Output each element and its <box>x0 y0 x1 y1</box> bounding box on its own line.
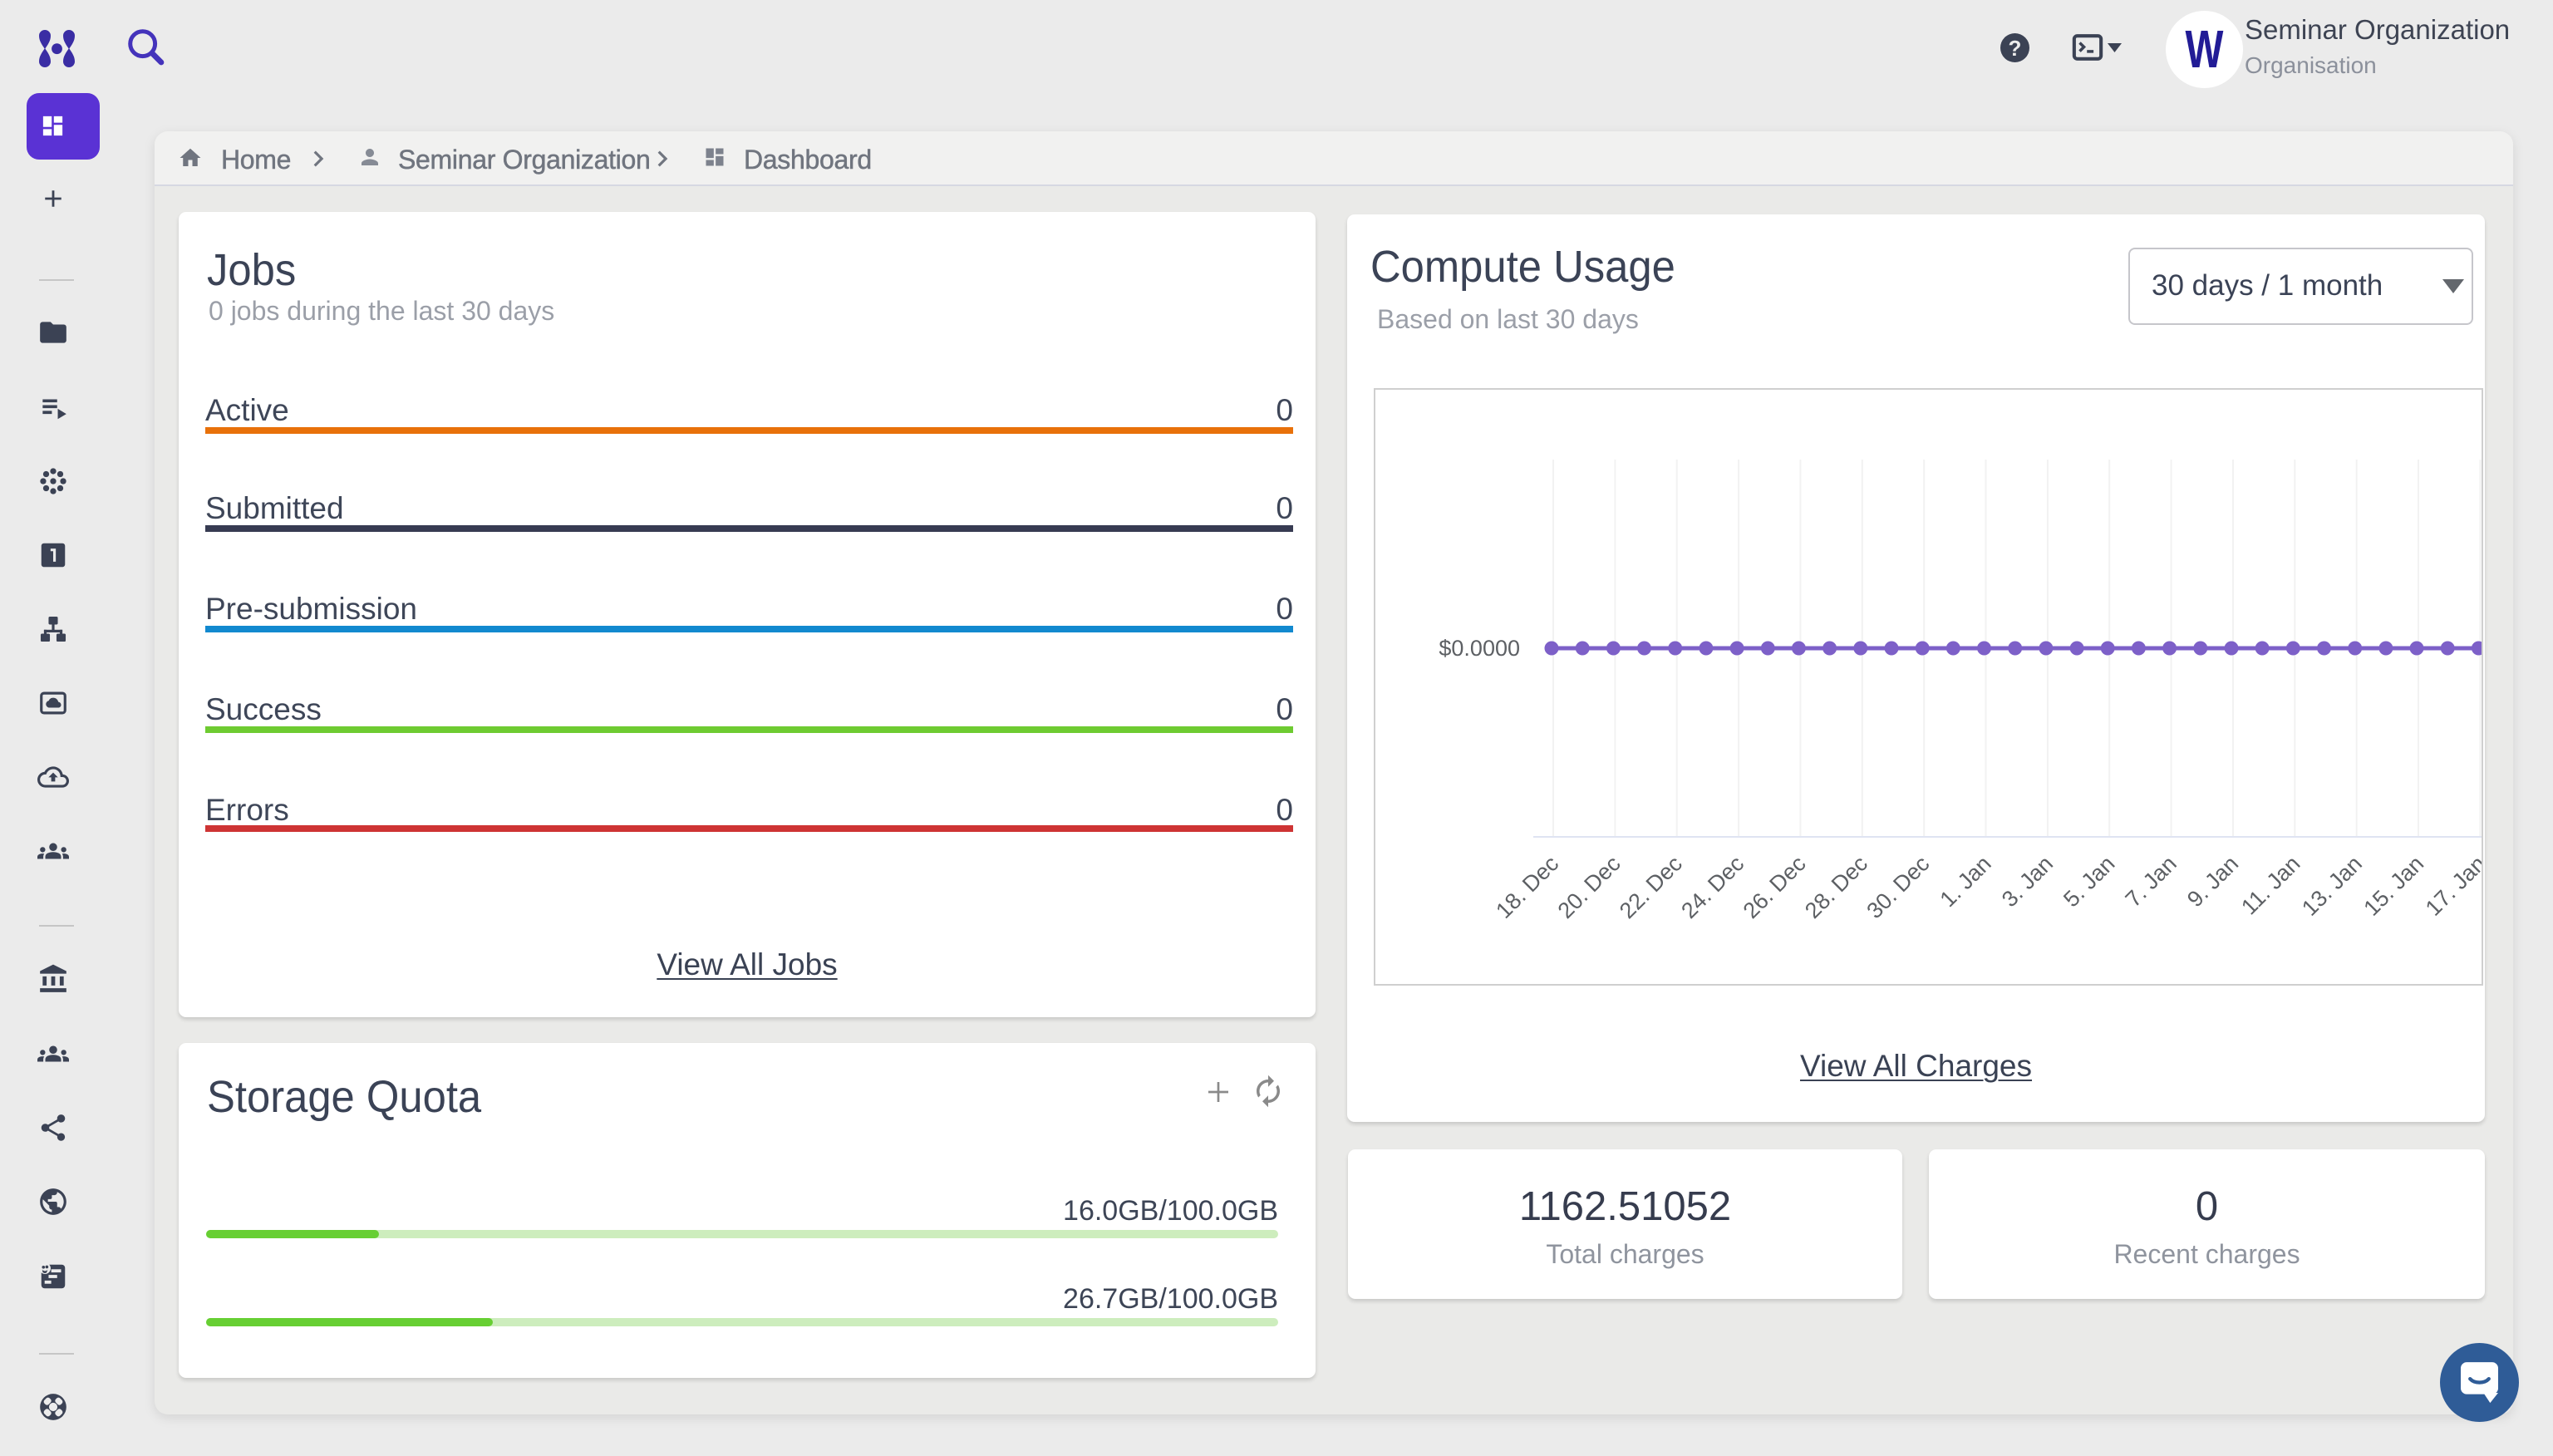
svg-text:7. Jan: 7. Jan <box>2121 851 2182 912</box>
svg-text:17. Jan: 17. Jan <box>2421 851 2482 921</box>
svg-text:13. Jan: 13. Jan <box>2297 851 2367 921</box>
svg-text:26. Dec: 26. Dec <box>1739 851 1811 923</box>
svg-text:28. Dec: 28. Dec <box>1800 851 1872 923</box>
svg-text:$0.0000: $0.0000 <box>1439 636 1520 661</box>
svg-text:20. Dec: 20. Dec <box>1553 851 1626 923</box>
svg-text:5. Jan: 5. Jan <box>2059 851 2119 912</box>
svg-text:9. Jan: 9. Jan <box>2182 851 2243 912</box>
svg-text:18. Dec: 18. Dec <box>1491 851 1563 923</box>
svg-text:3. Jan: 3. Jan <box>1997 851 2058 912</box>
svg-text:22. Dec: 22. Dec <box>1615 851 1687 923</box>
svg-text:11. Jan: 11. Jan <box>2236 851 2305 919</box>
svg-text:15. Jan: 15. Jan <box>2359 851 2428 921</box>
svg-text:24. Dec: 24. Dec <box>1676 851 1749 923</box>
svg-text:30. Dec: 30. Dec <box>1862 851 1934 923</box>
svg-text:1. Jan: 1. Jan <box>1936 851 1996 912</box>
